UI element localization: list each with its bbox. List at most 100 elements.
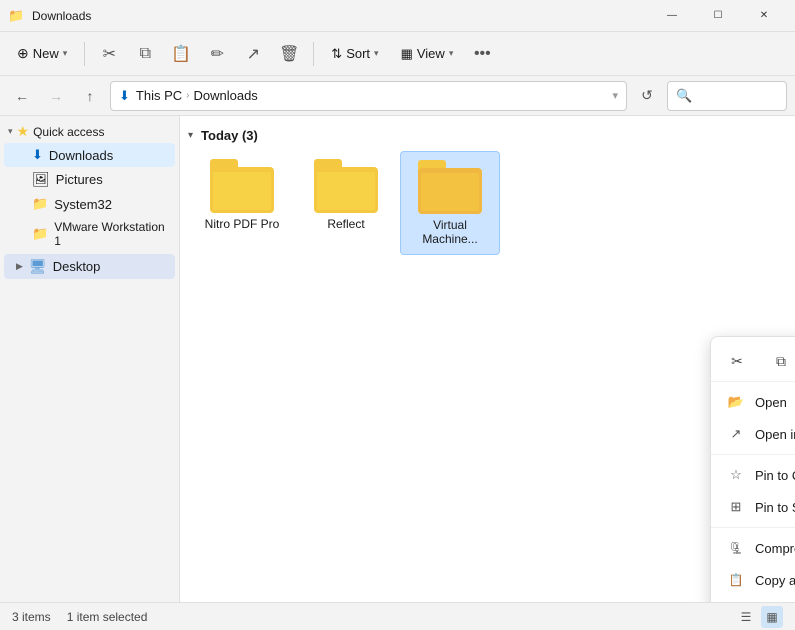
ctx-pin-start-icon: ⊞ [727, 498, 745, 516]
context-menu: ✂ ⧉ 📋 🗑 📂 Open Enter ↗ Open in new windo… [710, 336, 795, 602]
ctx-pin-quick-label: Pin to Quick access [755, 468, 795, 483]
search-icon: 🔍 [676, 88, 692, 104]
vm-file-name: Virtual Machine... [405, 218, 495, 246]
view-icon: ▦ [401, 46, 413, 62]
back-button[interactable]: ← [8, 82, 36, 110]
address-field[interactable]: ⬇ This PC › Downloads ▾ [110, 81, 627, 111]
nitro-folder-icon [210, 159, 274, 213]
ctx-copy-path[interactable]: 📋 Copy as path [711, 564, 795, 596]
path-downloads: Downloads [193, 88, 257, 103]
statusbar-selected: 1 item selected [67, 610, 148, 624]
sidebar-item-pictures[interactable]: 🖼 Pictures [4, 167, 175, 192]
sidebar: ▾ ★ Quick access ⬇ Downloads 🖼 Pictures … [0, 116, 180, 602]
window-title: Downloads [32, 9, 649, 23]
addressbar: ← → ↑ ⬇ This PC › Downloads ▾ ↺ 🔍 [0, 76, 795, 116]
toolbar-separator-1 [84, 42, 85, 66]
quick-access-chevron: ▾ [8, 126, 13, 137]
ctx-open-icon: 📂 [727, 393, 745, 411]
ctx-copy-button[interactable]: ⧉ [767, 347, 795, 375]
path-sep-1: › [186, 90, 189, 101]
copy-button[interactable]: ⧉ [129, 38, 161, 70]
sidebar-system32-label: System32 [54, 197, 112, 212]
ctx-open[interactable]: 📂 Open Enter [711, 386, 795, 418]
sidebar-item-vmware[interactable]: 📁 VMware Workstation 1 [4, 216, 175, 252]
statusbar: 3 items 1 item selected ☰ ▦ [0, 602, 795, 630]
file-item-vm[interactable]: Virtual Machine... [400, 151, 500, 255]
sidebar-item-system32[interactable]: 📁 System32 [4, 192, 175, 216]
ctx-compress[interactable]: 🗜 Compress to ZIP file [711, 532, 795, 564]
statusbar-item-count: 3 items [12, 610, 51, 624]
section-title: Today (3) [201, 128, 258, 143]
sort-chevron: ▾ [374, 48, 379, 59]
ctx-compress-icon: 🗜 [727, 539, 745, 557]
share-button[interactable]: ↗ [237, 38, 269, 70]
ctx-open-new-label: Open in new window [755, 427, 795, 442]
ctx-sep-2 [711, 527, 795, 528]
vm-folder-icon [418, 160, 482, 214]
ctx-sep-1 [711, 454, 795, 455]
sidebar-item-downloads[interactable]: ⬇ Downloads [4, 143, 175, 167]
ctx-pin-quick[interactable]: ☆ Pin to Quick access [711, 459, 795, 491]
main-layout: ▾ ★ Quick access ⬇ Downloads 🖼 Pictures … [0, 116, 795, 602]
sort-button[interactable]: ⇅ Sort ▾ [322, 41, 387, 67]
more-button[interactable]: ••• [466, 38, 498, 70]
sidebar-downloads-label: Downloads [49, 148, 113, 163]
forward-button[interactable]: → [42, 82, 70, 110]
close-button[interactable]: ✕ [741, 0, 787, 32]
rename-button[interactable]: ✏ [201, 38, 233, 70]
ctx-open-new-window[interactable]: ↗ Open in new window [711, 418, 795, 450]
system32-folder-icon: 📁 [32, 196, 48, 212]
new-label: New [33, 46, 59, 61]
sidebar-vmware-label: VMware Workstation 1 [54, 220, 167, 248]
section-chevron: ▾ [188, 130, 193, 141]
ctx-pin-start[interactable]: ⊞ Pin to Start [711, 491, 795, 523]
new-icon: ⊕ [17, 45, 29, 62]
sidebar-pictures-label: Pictures [56, 172, 103, 187]
address-dl-icon: ⬇ [119, 88, 130, 104]
toolbar-separator-2 [313, 42, 314, 66]
view-list-toggle[interactable]: ☰ [735, 606, 757, 628]
new-button[interactable]: ⊕ New ▾ [8, 40, 76, 67]
desktop-icon: 🖥 [29, 258, 47, 275]
window-icon: 📁 [8, 8, 24, 24]
quick-access-label: Quick access [33, 125, 104, 139]
new-chevron: ▾ [63, 48, 68, 59]
search-field[interactable]: 🔍 [667, 81, 787, 111]
address-path: This PC › Downloads [136, 88, 607, 103]
ctx-properties[interactable]: ≡ Properties Alt+Enter [711, 596, 795, 602]
file-item-nitro[interactable]: Nitro PDF Pro [192, 151, 292, 255]
address-dropdown-icon[interactable]: ▾ [612, 89, 618, 102]
paste-button[interactable]: 📋 [165, 38, 197, 70]
sidebar-section-quick-access: ▾ ★ Quick access ⬇ Downloads 🖼 Pictures … [0, 120, 179, 252]
ctx-pin-quick-icon: ☆ [727, 466, 745, 484]
path-thispc: This PC [136, 88, 182, 103]
delete-button[interactable]: 🗑 [273, 38, 305, 70]
ctx-compress-label: Compress to ZIP file [755, 541, 795, 556]
pictures-icon: 🖼 [32, 171, 50, 188]
section-header: ▾ Today (3) [188, 124, 787, 151]
ctx-open-label: Open [755, 395, 795, 410]
view-grid-toggle[interactable]: ▦ [761, 606, 783, 628]
statusbar-view-toggles: ☰ ▦ [735, 606, 783, 628]
sidebar-desktop-label: Desktop [53, 259, 101, 274]
desktop-chevron: ▶ [16, 261, 23, 272]
up-button[interactable]: ↑ [76, 82, 104, 110]
file-item-reflect[interactable]: Reflect [296, 151, 396, 255]
sidebar-quick-access-header[interactable]: ▾ ★ Quick access [0, 120, 179, 143]
titlebar-controls: — ☐ ✕ [649, 0, 787, 32]
view-button[interactable]: ▦ View ▾ [392, 41, 463, 67]
refresh-button[interactable]: ↺ [633, 82, 661, 110]
downloads-dl-icon: ⬇ [32, 147, 43, 163]
ctx-open-new-icon: ↗ [727, 425, 745, 443]
reflect-folder-icon [314, 159, 378, 213]
ctx-cut-button[interactable]: ✂ [723, 347, 751, 375]
files-grid: Nitro PDF Pro Reflect Virtual Machine. [188, 151, 787, 255]
minimize-button[interactable]: — [649, 0, 695, 32]
maximize-button[interactable]: ☐ [695, 0, 741, 32]
nitro-file-name: Nitro PDF Pro [205, 217, 280, 231]
content-area: ▾ Today (3) Nitro PDF Pro Ref [180, 116, 795, 602]
cut-button[interactable]: ✂ [93, 38, 125, 70]
ctx-copy-path-icon: 📋 [727, 571, 745, 589]
view-chevron: ▾ [449, 48, 454, 59]
sidebar-item-desktop[interactable]: ▶ 🖥 Desktop [4, 254, 175, 279]
